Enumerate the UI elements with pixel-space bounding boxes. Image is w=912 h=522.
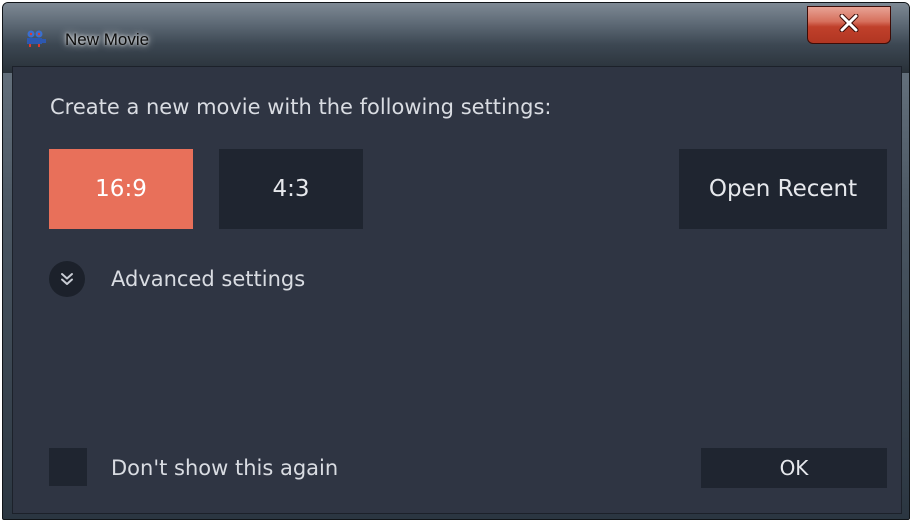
advanced-settings-toggle[interactable]: Advanced settings [49, 261, 305, 297]
dont-show-again-checkbox[interactable] [49, 448, 87, 486]
double-chevron-down-icon [49, 261, 85, 297]
title-bar[interactable]: New Movie [3, 3, 909, 73]
film-reel-icon [26, 30, 46, 47]
open-recent-button[interactable]: Open Recent [679, 149, 887, 229]
ok-button[interactable]: OK [701, 448, 887, 488]
aspect-16-9-button[interactable]: 16:9 [49, 149, 193, 229]
aspect-4-3-button[interactable]: 4:3 [219, 149, 363, 229]
window-title: New Movie [65, 30, 150, 49]
settings-prompt: Create a new movie with the following se… [50, 95, 552, 119]
close-button[interactable] [807, 6, 891, 44]
advanced-settings-label: Advanced settings [111, 267, 306, 291]
dialog-body: Create a new movie with the following se… [12, 66, 902, 514]
close-icon [838, 13, 860, 36]
dont-show-again-label[interactable]: Don't show this again [111, 456, 338, 480]
new-movie-window: New Movie Create a new movie with the fo… [2, 2, 910, 520]
